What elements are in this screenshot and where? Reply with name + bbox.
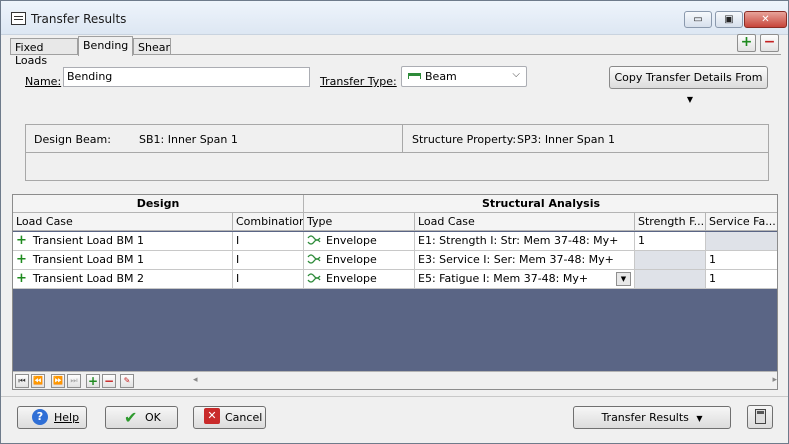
- type-label: Envelope: [326, 272, 377, 285]
- info-panel: Design Beam: SB1: Inner Span 1 Structure…: [25, 124, 769, 181]
- minimize-button[interactable]: ▭: [684, 11, 712, 28]
- last-record-icon[interactable]: ⏭: [67, 374, 81, 388]
- column-header-type[interactable]: Type: [304, 213, 415, 231]
- help-label: Help: [54, 411, 80, 424]
- dropdown-arrow-icon: ▼: [686, 95, 694, 104]
- type-label: Envelope: [326, 253, 377, 266]
- cancel-label: Cancel: [225, 411, 263, 424]
- transfer-type-label-text: Transfer Type:: [320, 75, 397, 88]
- beam-icon: [408, 73, 421, 79]
- column-header-combination[interactable]: Combination: [233, 213, 304, 231]
- column-header-analysis-load-case[interactable]: Load Case: [415, 213, 635, 231]
- transfer-type-label: Transfer Type:: [320, 75, 397, 88]
- transfer-results-label: Transfer Results: [601, 411, 689, 424]
- type-cell[interactable]: Envelope: [304, 270, 415, 289]
- cell-dropdown-button[interactable]: ▼: [616, 272, 631, 286]
- app-icon: [11, 12, 26, 25]
- next-page-icon[interactable]: ⏩: [51, 374, 65, 388]
- load-case-grid: Design Structural Analysis Load Case Com…: [12, 194, 778, 390]
- name-input[interactable]: Bending: [63, 67, 310, 87]
- strength-factor-cell: [635, 251, 706, 270]
- title-bar: Transfer Results ▭ ▣ ✕: [1, 1, 788, 35]
- tab-bending[interactable]: Bending: [78, 36, 133, 56]
- scroll-right-icon[interactable]: ▸: [772, 375, 777, 385]
- analysis-load-case-cell[interactable]: E1: Strength I: Str: Mem 37-48: My+: [415, 232, 635, 251]
- table-row[interactable]: + Transient Load BM 1: [13, 251, 233, 270]
- combination-cell[interactable]: I: [233, 270, 304, 289]
- edit-pencil-icon[interactable]: ✎: [120, 374, 134, 388]
- horizontal-scrollbar[interactable]: ◂ ▸: [193, 374, 777, 388]
- copy-transfer-details-label: Copy Transfer Details From: [614, 71, 763, 84]
- add-row-icon[interactable]: +: [86, 374, 100, 388]
- design-beam-value: SB1: Inner Span 1: [139, 133, 238, 146]
- load-case-cell: Transient Load BM 1: [32, 234, 144, 247]
- remove-tab-button[interactable]: −: [760, 34, 779, 52]
- load-case-cell: Transient Load BM 2: [32, 272, 144, 285]
- bottom-divider: [1, 396, 788, 397]
- grid-navigator: ⏮ ⏪ ⏩ ⏭ + − ✎ ◂ ▸: [13, 371, 777, 389]
- type-cell[interactable]: Envelope: [304, 251, 415, 270]
- prev-page-icon[interactable]: ⏪: [31, 374, 45, 388]
- load-case-cell: Transient Load BM 1: [32, 253, 144, 266]
- type-label: Envelope: [326, 234, 377, 247]
- add-tab-button[interactable]: +: [737, 34, 756, 52]
- window-title: Transfer Results: [31, 12, 127, 26]
- transfer-type-value: Beam: [425, 70, 457, 83]
- structure-property-value: SP3: Inner Span 1: [517, 133, 615, 146]
- help-button[interactable]: ? Help: [17, 406, 87, 429]
- restore-button[interactable]: ▣: [715, 11, 743, 28]
- tab-shear[interactable]: Shear: [133, 38, 171, 55]
- table-row[interactable]: + Transient Load BM 1: [13, 232, 233, 251]
- combination-cell[interactable]: I: [233, 251, 304, 270]
- group-analysis-header: Structural Analysis: [304, 195, 777, 213]
- help-icon: ?: [32, 409, 48, 425]
- dropdown-arrow-icon: ▼: [696, 414, 703, 423]
- chevron-down-icon: ⌵: [512, 69, 520, 80]
- envelope-icon: [307, 235, 321, 245]
- expand-plus-icon[interactable]: +: [16, 252, 27, 267]
- copy-transfer-details-button[interactable]: Copy Transfer Details From ▼: [609, 66, 768, 104]
- column-header-strength-factor[interactable]: Strength F...: [635, 213, 706, 231]
- column-header-load-case[interactable]: Load Case: [13, 213, 233, 231]
- cancel-button[interactable]: ✕ Cancel: [193, 406, 266, 429]
- service-factor-cell[interactable]: 1: [706, 270, 777, 289]
- transfer-type-select[interactable]: Beam ⌵: [401, 66, 527, 87]
- service-factor-cell[interactable]: 1: [706, 251, 777, 270]
- group-design-header: Design: [13, 195, 304, 213]
- delete-row-icon[interactable]: −: [102, 374, 116, 388]
- cancel-x-icon: ✕: [204, 408, 220, 424]
- tab-fixed-loads[interactable]: Fixed Loads: [10, 38, 78, 67]
- transfer-results-button[interactable]: Transfer Results ▼: [573, 406, 731, 429]
- envelope-icon: [307, 273, 321, 283]
- close-button[interactable]: ✕: [744, 11, 787, 28]
- type-cell[interactable]: Envelope: [304, 232, 415, 251]
- analysis-load-case-value: E5: Fatigue I: Mem 37-48: My+: [418, 272, 589, 285]
- service-factor-cell: [706, 232, 777, 251]
- strength-factor-cell[interactable]: 1: [635, 232, 706, 251]
- transfer-results-window: Transfer Results ▭ ▣ ✕ Fixed Loads Bendi…: [0, 0, 789, 444]
- structure-property-label: Structure Property:: [412, 133, 517, 146]
- ok-label: OK: [145, 411, 161, 424]
- analysis-load-case-cell[interactable]: E5: Fatigue I: Mem 37-48: My+ ▼: [415, 270, 635, 289]
- scroll-left-icon[interactable]: ◂: [193, 375, 198, 385]
- first-record-icon[interactable]: ⏮: [15, 374, 29, 388]
- column-header-service-factor[interactable]: Service Fa...: [706, 213, 777, 231]
- calculator-screen: [757, 411, 764, 414]
- combination-cell[interactable]: I: [233, 232, 304, 251]
- info-divider-horizontal: [26, 152, 768, 153]
- analysis-load-case-cell[interactable]: E3: Service I: Ser: Mem 37-48: My+: [415, 251, 635, 270]
- envelope-icon: [307, 254, 321, 264]
- checkmark-icon: ✔: [124, 408, 138, 427]
- expand-plus-icon[interactable]: +: [16, 271, 27, 286]
- calculator-button[interactable]: [747, 405, 773, 429]
- name-label: Name:: [25, 75, 62, 88]
- design-beam-label: Design Beam:: [34, 133, 111, 146]
- ok-button[interactable]: ✔ OK: [105, 406, 178, 429]
- expand-plus-icon[interactable]: +: [16, 233, 27, 248]
- table-row[interactable]: + Transient Load BM 2: [13, 270, 233, 289]
- info-divider-vertical: [402, 125, 403, 152]
- strength-factor-cell: [635, 270, 706, 289]
